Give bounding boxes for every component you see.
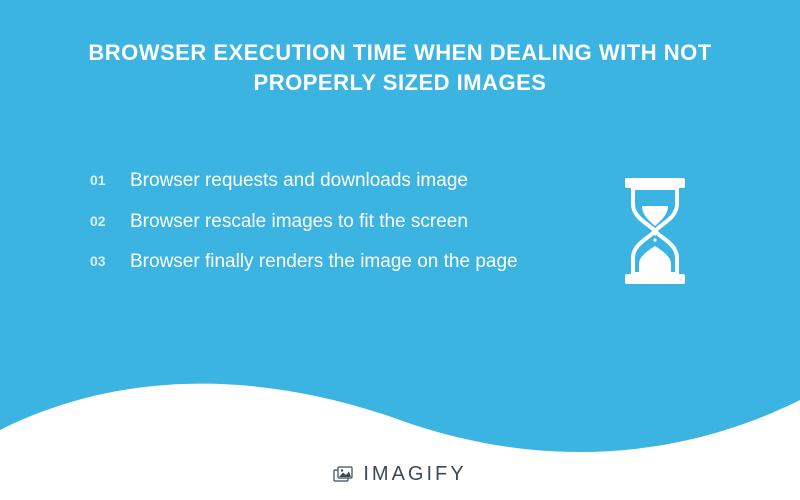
step-number: 02 — [90, 209, 130, 229]
hourglass-icon — [600, 168, 710, 286]
step-text: Browser requests and downloads image — [130, 168, 468, 195]
slide: BROWSER EXECUTION TIME WHEN DEALING WITH… — [0, 0, 800, 500]
step-number: 01 — [90, 168, 130, 188]
step-number: 03 — [90, 249, 130, 269]
imagify-logo-icon — [333, 466, 355, 484]
content-area: 01 Browser requests and downloads image … — [90, 168, 710, 290]
page-title: BROWSER EXECUTION TIME WHEN DEALING WITH… — [0, 0, 800, 97]
list-item: 03 Browser finally renders the image on … — [90, 249, 600, 276]
step-text: Browser finally renders the image on the… — [130, 249, 518, 276]
step-text: Browser rescale images to fit the screen — [130, 209, 468, 236]
footer: IMAGIFY — [0, 463, 800, 486]
brand-name: IMAGIFY — [363, 463, 466, 486]
steps-list: 01 Browser requests and downloads image … — [90, 168, 600, 290]
list-item: 02 Browser rescale images to fit the scr… — [90, 209, 600, 236]
list-item: 01 Browser requests and downloads image — [90, 168, 600, 195]
